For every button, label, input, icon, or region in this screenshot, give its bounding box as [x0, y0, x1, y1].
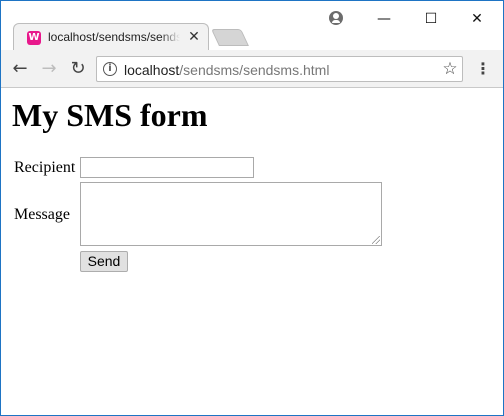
title-bar: W localhost/sendsms/sendsms.html ✕ — ☐ ✕: [1, 1, 503, 51]
message-textarea[interactable]: [80, 182, 382, 246]
message-label: Message: [14, 206, 70, 223]
forward-arrow-icon[interactable]: →: [38, 58, 60, 80]
resize-grip-icon[interactable]: [372, 236, 380, 244]
url-host: localhost: [124, 62, 180, 78]
new-tab-button[interactable]: [211, 29, 249, 46]
browser-tab[interactable]: W localhost/sendsms/sendsms.html ✕: [13, 23, 209, 51]
page-title: My SMS form: [12, 97, 208, 133]
site-info-icon[interactable]: i: [103, 62, 117, 76]
tab-close-icon[interactable]: ✕: [186, 29, 202, 45]
url-path: /sendsms/sendsms.html: [179, 62, 330, 78]
send-button[interactable]: Send: [80, 251, 128, 272]
tab-title: localhost/sendsms/sendsms.html: [48, 30, 180, 44]
recipient-label: Recipient: [14, 159, 76, 176]
page-content: My SMS form Recipient Message Send: [1, 89, 503, 415]
back-arrow-icon[interactable]: ←: [9, 58, 31, 80]
browser-menu-icon[interactable]: ⋮: [473, 58, 493, 80]
reload-icon[interactable]: ↻: [67, 58, 89, 80]
favicon-icon: W: [27, 31, 41, 45]
browser-window: W localhost/sendsms/sendsms.html ✕ — ☐ ✕…: [0, 0, 504, 416]
bookmark-star-icon[interactable]: ☆: [441, 59, 459, 79]
close-window-icon[interactable]: ✕: [454, 7, 500, 31]
url-text[interactable]: localhost/sendsms/sendsms.html: [124, 62, 329, 78]
maximize-icon[interactable]: ☐: [408, 7, 454, 31]
address-bar[interactable]: i localhost/sendsms/sendsms.html ☆: [96, 56, 463, 82]
profile-icon[interactable]: [329, 11, 343, 25]
recipient-input[interactable]: [80, 157, 254, 178]
browser-toolbar: ← → ↻ i localhost/sendsms/sendsms.html ☆…: [1, 50, 503, 88]
minimize-icon[interactable]: —: [361, 7, 407, 31]
